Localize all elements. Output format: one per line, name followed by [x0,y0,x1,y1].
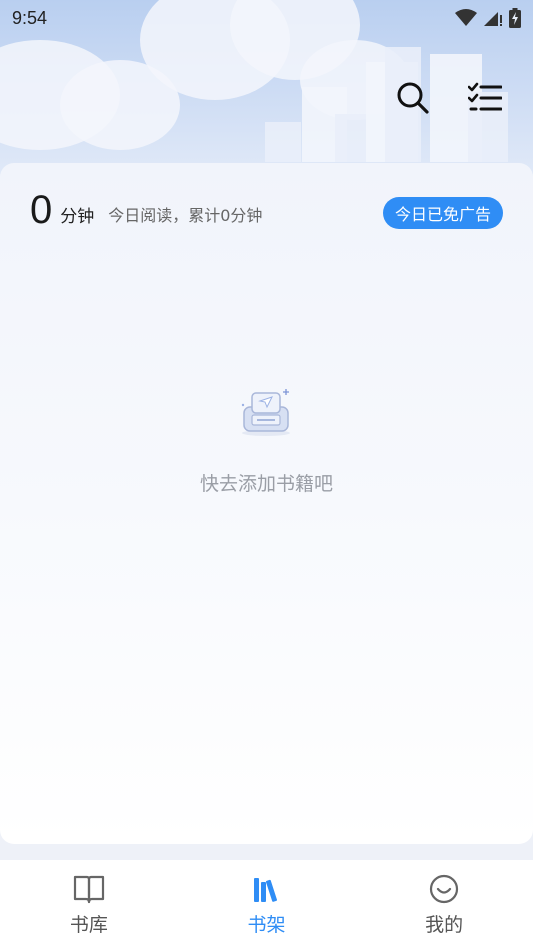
empty-box-icon [241,389,290,436]
search-icon [397,82,429,114]
smile-icon [430,874,459,904]
tab-bookshelf[interactable]: 书架 [178,860,356,948]
header-actions [395,80,503,116]
reading-stats: 0 分钟 今日阅读，累计0分钟 今日已免广告 [30,187,503,233]
ad-free-badge[interactable]: 今日已免广告 [382,197,503,229]
book-open-icon [73,875,104,904]
checklist-menu-icon [468,82,502,111]
signal-icon [484,12,502,26]
reading-minutes-unit: 分钟 [60,206,95,227]
bookshelf-menu-button[interactable] [467,80,503,116]
tab-mine[interactable]: 我的 [355,860,533,948]
status-bar: 9:54 [0,0,533,36]
bookshelf-icon [253,878,277,902]
reading-minutes-value: 0 [30,188,53,232]
reading-summary: 今日阅读，累计0分钟 [108,206,263,225]
tab-label-bookshelf: 书架 [247,914,286,936]
bottom-tab-bar: 书库 书架 我的 [0,860,533,948]
bookshelf-card: 0 分钟 今日阅读，累计0分钟 今日已免广告 快去添加书籍吧 [0,163,533,844]
tab-label-mine: 我的 [425,914,464,936]
tab-label-library: 书库 [69,914,108,936]
wifi-icon [455,9,477,26]
empty-state-message: 快去添加书籍吧 [199,473,333,495]
status-icons [455,8,521,28]
battery-charging-icon [509,8,521,28]
search-button[interactable] [395,80,431,116]
status-time: 9:54 [12,7,48,28]
tab-library[interactable]: 书库 [0,860,178,948]
